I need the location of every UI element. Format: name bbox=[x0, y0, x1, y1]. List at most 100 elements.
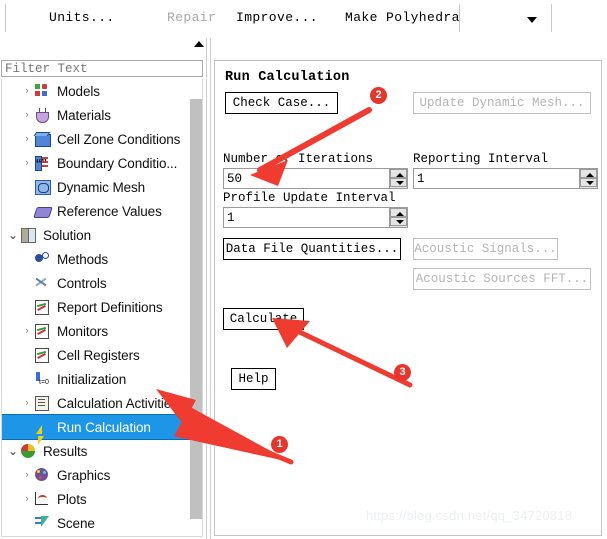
sidebar-item-results[interactable]: ⌄ Results bbox=[2, 439, 190, 463]
results-icon bbox=[20, 443, 38, 459]
stepper-down-icon[interactable] bbox=[390, 178, 407, 187]
tree-panel: › Models › Materials › Cell Zone Conditions › B… bbox=[0, 38, 206, 539]
sidebar-item-report-definitions[interactable]: Report Definitions bbox=[2, 295, 190, 319]
reporting-interval-input[interactable] bbox=[414, 169, 580, 188]
sidebar-item-solution[interactable]: ⌄ Solution bbox=[2, 223, 190, 247]
chevron-down-icon[interactable] bbox=[527, 17, 537, 23]
triangle-up-icon[interactable] bbox=[194, 41, 204, 47]
tree-scrollbar-thumb[interactable] bbox=[190, 99, 202, 519]
sidebar-item-cell-zone-conditions[interactable]: › Cell Zone Conditions bbox=[2, 127, 190, 151]
sidebar-item-materials[interactable]: › Materials bbox=[2, 103, 190, 127]
toolbar-button-units[interactable]: Units... bbox=[49, 10, 115, 25]
filter-text-input[interactable] bbox=[1, 60, 203, 77]
sidebar-item-label: Dynamic Mesh bbox=[57, 179, 146, 195]
sidebar-item-scene[interactable]: Scene bbox=[2, 511, 190, 535]
page-title: Run Calculation bbox=[225, 70, 350, 85]
chevron-down-icon[interactable]: ⌄ bbox=[6, 444, 20, 458]
stepper-buttons[interactable] bbox=[389, 169, 407, 188]
chevron-right-icon[interactable]: › bbox=[20, 157, 34, 169]
sidebar-item-label: Scene bbox=[57, 515, 95, 531]
models-icon bbox=[34, 83, 52, 99]
help-button[interactable]: Help bbox=[231, 368, 276, 390]
toolbar-separator bbox=[5, 4, 6, 32]
annotation-badge-1: 1 bbox=[271, 436, 288, 453]
stepper-down-icon[interactable] bbox=[580, 178, 597, 187]
number-of-iterations-stepper[interactable] bbox=[223, 168, 408, 189]
sidebar-item-label: Controls bbox=[57, 275, 107, 291]
sidebar-item-label: Run Calculation bbox=[57, 419, 151, 435]
chevron-right-icon[interactable]: › bbox=[20, 133, 34, 145]
stepper-buttons[interactable] bbox=[579, 169, 597, 188]
sidebar-item-label: Graphics bbox=[57, 467, 111, 483]
acoustic-sources-fft-button: Acoustic Sources FFT... bbox=[413, 268, 591, 290]
sidebar-item-calculation-activities[interactable]: › Calculation Activities bbox=[2, 391, 190, 415]
sidebar-item-label: Reference Values bbox=[57, 203, 162, 219]
reporting-interval-label: Reporting Interval bbox=[413, 152, 549, 166]
sidebar-item-label: Solution bbox=[43, 227, 91, 243]
task-page-body: Run Calculation Check Case... Update Dyn… bbox=[214, 60, 602, 536]
panel-splitter[interactable] bbox=[206, 38, 211, 539]
controls-icon bbox=[34, 275, 52, 291]
sidebar-item-label: Results bbox=[43, 443, 88, 459]
flask-icon bbox=[34, 107, 52, 123]
chevron-right-icon[interactable]: › bbox=[20, 325, 34, 337]
stepper-up-icon[interactable] bbox=[390, 208, 407, 217]
report-icon bbox=[34, 323, 52, 339]
sidebar-item-controls[interactable]: Controls bbox=[2, 271, 190, 295]
tree-scroll-area: › Models › Materials › Cell Zone Conditions › B… bbox=[1, 79, 203, 537]
sidebar-item-run-calculation[interactable]: Run Calculation bbox=[2, 414, 191, 445]
annotation-badge-3: 3 bbox=[394, 364, 411, 381]
stepper-buttons[interactable] bbox=[389, 208, 407, 227]
check-case-button[interactable]: Check Case... bbox=[225, 92, 338, 114]
sidebar-item-initialization[interactable]: t=0 Initialization bbox=[2, 367, 190, 391]
sidebar-item-label: Report Definitions bbox=[57, 299, 163, 315]
sidebar-item-label: Boundary Conditio... bbox=[57, 155, 178, 171]
sidebar-item-models[interactable]: › Models bbox=[2, 79, 190, 103]
profile-update-interval-input[interactable] bbox=[224, 208, 390, 227]
calculate-button[interactable]: Calculate bbox=[223, 308, 304, 330]
sidebar-item-monitors[interactable]: › Monitors bbox=[2, 319, 190, 343]
update-dynamic-mesh-button: Update Dynamic Mesh... bbox=[413, 92, 591, 114]
sidebar-item-methods[interactable]: Methods bbox=[2, 247, 190, 271]
toolbar-button-make-polyhedra[interactable]: Make Polyhedra bbox=[345, 10, 460, 25]
sidebar-item-label: Cell Zone Conditions bbox=[57, 131, 181, 147]
task-panel: Run Calculation Check Case... Update Dyn… bbox=[212, 38, 607, 539]
solution-icon bbox=[20, 227, 38, 243]
stepper-up-icon[interactable] bbox=[390, 169, 407, 178]
sidebar-item-label: Initialization bbox=[57, 371, 127, 387]
calc-activity-icon bbox=[34, 395, 52, 411]
cell-zone-icon bbox=[33, 131, 52, 147]
profile-update-interval-stepper[interactable] bbox=[223, 207, 408, 228]
sidebar-item-label: Models bbox=[57, 83, 100, 99]
chevron-right-icon[interactable]: › bbox=[20, 85, 34, 97]
sidebar-item-animations[interactable]: ›Animations bbox=[2, 535, 190, 536]
scene-icon bbox=[34, 515, 52, 531]
sidebar-item-label: Monitors bbox=[57, 323, 108, 339]
sidebar-item-cell-registers[interactable]: Cell Registers bbox=[2, 343, 190, 367]
tree-scrollbar[interactable] bbox=[190, 79, 202, 536]
sidebar-item-dynamic-mesh[interactable]: Dynamic Mesh bbox=[2, 175, 190, 199]
number-of-iterations-input[interactable] bbox=[224, 169, 390, 188]
top-toolbar: Units... Repair Improve... Make Polyhedr… bbox=[0, 0, 607, 37]
chevron-right-icon[interactable]: › bbox=[20, 493, 34, 505]
stepper-down-icon[interactable] bbox=[390, 217, 407, 226]
report-icon bbox=[34, 299, 52, 315]
chevron-right-icon[interactable]: › bbox=[20, 109, 34, 121]
sidebar-item-reference-values[interactable]: Reference Values bbox=[2, 199, 190, 223]
chevron-right-icon[interactable]: › bbox=[20, 397, 34, 409]
boundary-icon bbox=[34, 155, 52, 171]
chevron-down-icon[interactable]: ⌄ bbox=[6, 228, 20, 242]
chevron-right-icon[interactable]: › bbox=[20, 469, 34, 481]
stepper-up-icon[interactable] bbox=[580, 169, 597, 178]
acoustic-signals-button: Acoustic Signals... bbox=[413, 238, 558, 260]
sidebar-item-graphics[interactable]: › Graphics bbox=[2, 463, 190, 487]
sidebar-item-plots[interactable]: › Plots bbox=[2, 487, 190, 511]
plots-icon bbox=[34, 491, 52, 507]
profile-update-interval-label: Profile Update Interval bbox=[223, 191, 396, 205]
reference-icon bbox=[33, 203, 53, 219]
reporting-interval-stepper[interactable] bbox=[413, 168, 598, 189]
sidebar-item-boundary-conditio[interactable]: › Boundary Conditio... bbox=[2, 151, 190, 175]
toolbar-button-improve[interactable]: Improve... bbox=[236, 10, 318, 25]
data-file-quantities-button[interactable]: Data File Quantities... bbox=[223, 238, 401, 260]
initialization-icon: t=0 bbox=[34, 371, 52, 387]
